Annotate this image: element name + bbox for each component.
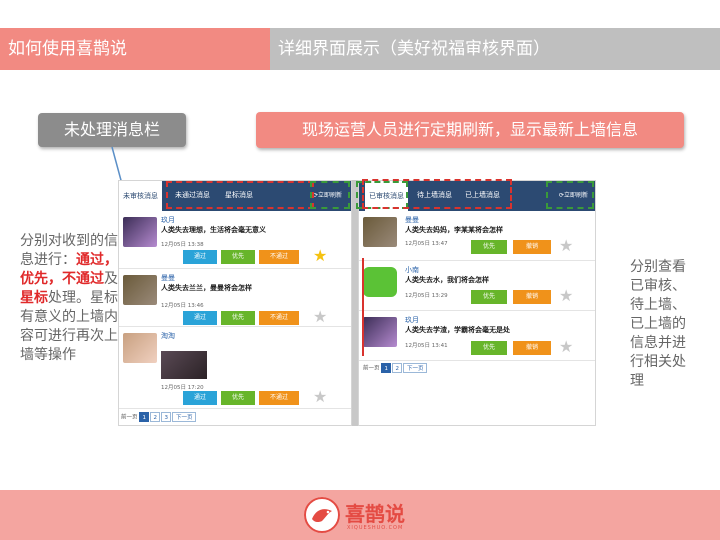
pass-button[interactable]: 通过: [183, 311, 217, 325]
page-1[interactable]: 1: [139, 412, 150, 422]
message-time: 12月05日 13:38: [161, 242, 204, 248]
unreviewed-panel: 未审核消息 未通过消息 星标消息 ⟳立即刷新 玖月 人类失去理想，生活将会毫无意…: [118, 180, 352, 426]
list-item: 玖月 人类失去理想，生活将会毫无意义 12月05日 13:38 通过 优先 不通…: [119, 211, 351, 269]
message-text: 人类失去学渣，学霸将会毫无是处: [405, 326, 510, 334]
avatar: [123, 217, 157, 247]
reject-button[interactable]: 不通过: [259, 391, 299, 405]
left-refresh-highlight: [310, 181, 350, 209]
prev-page[interactable]: 前一页: [363, 366, 380, 372]
message-text: 人类失去妈妈，李某某将会怎样: [405, 226, 503, 234]
list-item: 淘淘 12月05日 17:20 通过 优先 不通过 ★: [119, 327, 351, 409]
avatar: [363, 217, 397, 247]
list-item: 小南 人类失去水，我们将会怎样 12月05日 13:29 优先 撤销 ★: [359, 261, 595, 311]
reviewed-marker: [362, 258, 364, 356]
star-icon[interactable]: ★: [313, 309, 327, 325]
note-star: 星标: [20, 290, 48, 306]
list-item: 曼曼 人类失去兰兰，曼曼将会怎样 12月05日 13:46 通过 优先 不通过 …: [119, 269, 351, 327]
star-icon[interactable]: ★: [559, 288, 573, 304]
pagination: 前一页 1 2 3 下一页: [121, 412, 197, 422]
priority-button[interactable]: 优先: [221, 391, 255, 405]
right-tabs-highlight: [362, 179, 512, 209]
logo-icon: [304, 497, 340, 533]
message-time: 12月05日 13:47: [405, 241, 448, 247]
reject-button[interactable]: 不通过: [259, 311, 299, 325]
next-page[interactable]: 下一页: [172, 412, 197, 422]
revoke-button[interactable]: 撤销: [513, 240, 551, 254]
note-pass: 通过: [76, 252, 104, 268]
left-note: 分别对收到的信息进行：通过，优先，不通过及星标处理。星标有意义的上墙内容可进行再…: [20, 232, 118, 365]
sender-name: 淘淘: [161, 332, 175, 340]
reviewed-panel: 已审核消息 待上墙消息 已上墙消息 ⟳立即刷新 曼曼 人类失去妈妈，李某某将会怎…: [358, 180, 596, 426]
brand-name: 喜鹊说: [345, 502, 405, 526]
priority-button[interactable]: 优先: [471, 240, 507, 254]
pass-button[interactable]: 通过: [183, 391, 217, 405]
page-3[interactable]: 3: [161, 412, 172, 422]
message-time: 12月05日 13:29: [405, 293, 448, 299]
sender-name: 曼曼: [161, 274, 175, 282]
note-reject: 不通过: [62, 271, 104, 287]
prev-page[interactable]: 前一页: [121, 415, 138, 421]
message-time: 12月05日 13:41: [405, 343, 448, 349]
revoke-button[interactable]: 撤销: [513, 341, 551, 355]
priority-button[interactable]: 优先: [221, 311, 255, 325]
brand-domain: XIQUESHUO.COM: [347, 525, 404, 531]
star-icon[interactable]: ★: [313, 389, 327, 405]
star-icon[interactable]: ★: [313, 248, 327, 264]
next-page[interactable]: 下一页: [403, 363, 428, 373]
message-time: 12月05日 17:20: [161, 385, 204, 391]
note-and: 及: [104, 271, 118, 287]
sender-name: 玖月: [161, 216, 175, 224]
attached-photo: [161, 351, 207, 379]
priority-button[interactable]: 优先: [221, 250, 255, 264]
list-item: 曼曼 人类失去妈妈，李某某将会怎样 12月05日 13:47 优先 撤销 ★: [359, 211, 595, 261]
page-2[interactable]: 2: [392, 363, 403, 373]
revoke-button[interactable]: 撤销: [513, 290, 551, 304]
avatar: [363, 317, 397, 347]
note-priority: 优先: [20, 271, 48, 287]
priority-button[interactable]: 优先: [471, 341, 507, 355]
message-text: 人类失去兰兰，曼曼将会怎样: [161, 284, 252, 292]
list-item: 玖月 人类失去学渣，学霸将会毫无是处 12月05日 13:41 优先 撤销 ★: [359, 311, 595, 361]
avatar: [123, 333, 157, 363]
slide: 如何使用喜鹊说 详细界面展示（美好祝福审核界面） 未处理消息栏 现场运营人员进行…: [0, 0, 720, 540]
tab-unreviewed[interactable]: 未审核消息: [119, 181, 162, 211]
message-time: 12月05日 13:46: [161, 303, 204, 309]
sender-name: 玖月: [405, 316, 419, 324]
star-icon[interactable]: ★: [559, 339, 573, 355]
left-tabs-highlight: [166, 181, 314, 209]
right-note: 分别查看已审核、待上墙、已上墙的信息并进行相关处理: [630, 259, 686, 389]
message-text: 人类失去理想，生活将会毫无意义: [161, 226, 266, 234]
pass-button[interactable]: 通过: [183, 250, 217, 264]
sender-name: 曼曼: [405, 216, 419, 224]
pagination: 前一页 1 2 下一页: [363, 363, 428, 373]
sender-name: 小南: [405, 266, 419, 274]
message-text: 人类失去水，我们将会怎样: [405, 276, 489, 284]
wechat-icon: [363, 267, 397, 297]
note-sep2: ，: [48, 271, 62, 287]
priority-button[interactable]: 优先: [471, 290, 507, 304]
page-1[interactable]: 1: [381, 363, 392, 373]
star-icon[interactable]: ★: [559, 238, 573, 254]
reject-button[interactable]: 不通过: [259, 250, 299, 264]
note-sep1: ，: [104, 252, 118, 268]
right-refresh-highlight: [546, 181, 594, 209]
page-2[interactable]: 2: [150, 412, 161, 422]
avatar: [123, 275, 157, 305]
